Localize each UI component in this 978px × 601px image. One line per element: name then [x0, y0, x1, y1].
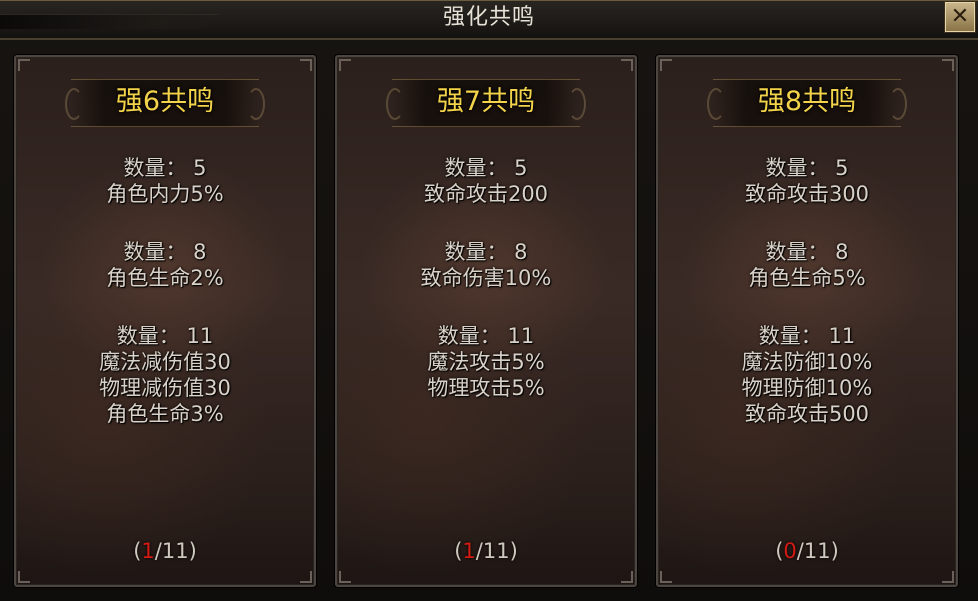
resonance-panel-8: 强8共鸣 数量： 5 致命攻击300 数量： 8 角色生命5% 数量： 11 魔… [656, 55, 958, 587]
bonus-group: 数量： 8 角色生命2% [16, 239, 314, 291]
progress-counter: (0/11) [775, 539, 839, 563]
close-icon: ✕ [950, 4, 970, 29]
bonus-stat: 魔法防御10% [741, 350, 873, 374]
bonus-count: 数量： 5 [765, 156, 849, 180]
bonus-count: 数量： 5 [444, 156, 528, 180]
bonus-stat: 角色内力5% [106, 182, 224, 206]
bonus-stat: 物理攻击5% [427, 376, 545, 400]
progress-counter: (1/11) [454, 539, 518, 563]
bonus-count: 数量： 11 [758, 324, 856, 348]
bonus-group: 数量： 11 魔法减伤值30 物理减伤值30 角色生命3% [16, 323, 314, 427]
progress-counter: (1/11) [133, 539, 197, 563]
bonus-count: 数量： 8 [765, 240, 849, 264]
bonus-group: 数量： 11 魔法攻击5% 物理攻击5% [337, 323, 635, 401]
bonus-stat: 角色生命3% [106, 402, 224, 426]
progress-total: /11) [475, 539, 518, 563]
title-bar: 强化共鸣 ✕ [0, 0, 978, 40]
progress-current: 0 [783, 539, 797, 563]
bonus-count: 数量： 8 [123, 240, 207, 264]
bonus-stat: 角色生命2% [106, 266, 224, 290]
progress-total: /11) [154, 539, 197, 563]
bonus-stat: 物理防御10% [741, 376, 873, 400]
close-button[interactable]: ✕ [945, 2, 975, 32]
bonus-count: 数量： 5 [123, 156, 207, 180]
bonus-count: 数量： 11 [437, 324, 535, 348]
bonus-group: 数量： 8 致命伤害10% [337, 239, 635, 291]
resonance-panel-7: 强7共鸣 数量： 5 致命攻击200 数量： 8 致命伤害10% 数量： 11 … [335, 55, 637, 587]
panel-title: 强7共鸣 [436, 86, 536, 117]
bonus-stat: 物理减伤值30 [99, 376, 231, 400]
window-title: 强化共鸣 [442, 5, 535, 30]
progress-current: 1 [141, 539, 155, 563]
bonus-count: 数量： 8 [444, 240, 528, 264]
panel-title: 强8共鸣 [757, 86, 857, 117]
bonus-stat: 致命攻击500 [744, 402, 870, 426]
bonus-stat: 致命伤害10% [420, 266, 552, 290]
progress-total: /11) [796, 539, 839, 563]
bonus-group: 数量： 5 角色内力5% [16, 155, 314, 207]
resonance-panel-6: 强6共鸣 数量： 5 角色内力5% 数量： 8 角色生命2% 数量： 11 魔法… [14, 55, 316, 587]
bonus-stat: 角色生命5% [748, 266, 866, 290]
bonus-stat: 魔法攻击5% [427, 350, 545, 374]
bonus-group: 数量： 5 致命攻击200 [337, 155, 635, 207]
resonance-window: 强化共鸣 ✕ 强6共鸣 数量： 5 角色内力5% 数量： 8 角色生命2% 数量… [0, 0, 978, 601]
bonus-stat: 魔法减伤值30 [99, 350, 231, 374]
panel-title: 强6共鸣 [115, 86, 215, 117]
bonus-group: 数量： 5 致命攻击300 [658, 155, 956, 207]
bonus-group: 数量： 11 魔法防御10% 物理防御10% 致命攻击500 [658, 323, 956, 427]
progress-current: 1 [462, 539, 476, 563]
bonus-group: 数量： 8 角色生命5% [658, 239, 956, 291]
bonus-stat: 致命攻击300 [744, 182, 870, 206]
bonus-stat: 致命攻击200 [423, 182, 549, 206]
bonus-count: 数量： 11 [116, 324, 214, 348]
